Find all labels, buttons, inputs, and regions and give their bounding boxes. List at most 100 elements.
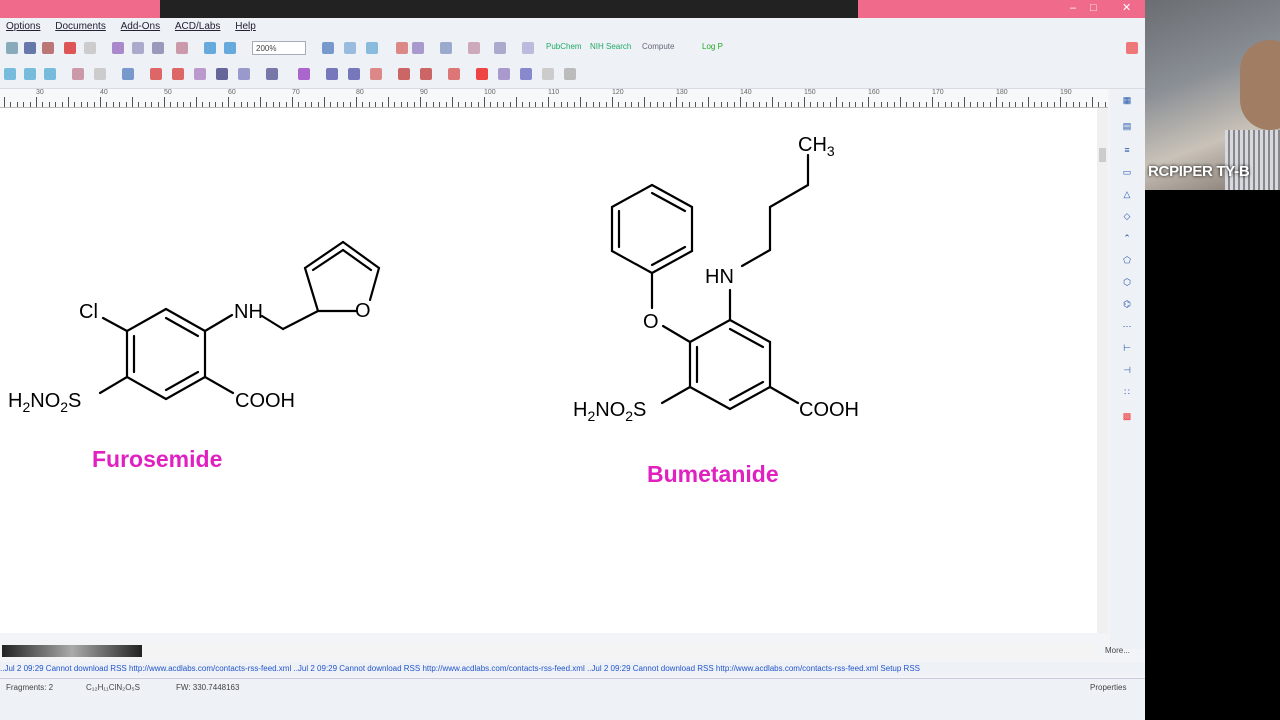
horizontal-scroll-thumb[interactable] <box>2 645 142 657</box>
paste-icon[interactable] <box>152 42 164 54</box>
pubchem-link[interactable]: PubChem <box>546 42 582 51</box>
ruler-label: 100 <box>484 89 496 96</box>
menu-add-ons[interactable]: Add-Ons <box>121 21 160 32</box>
ruler-tick <box>688 102 690 107</box>
lasso-icon[interactable] <box>94 68 106 80</box>
palette-periodic-table-icon[interactable]: ▩ <box>1118 409 1136 423</box>
ruler-label: 160 <box>868 89 880 96</box>
palette-benzene-icon[interactable]: ⌬ <box>1118 297 1136 311</box>
arrow-icon[interactable] <box>172 68 184 80</box>
ruler-tick <box>29 102 31 107</box>
palette-cyclopentane-icon[interactable]: ⬠ <box>1118 253 1136 267</box>
atom-icon[interactable] <box>498 68 510 80</box>
properties-button[interactable]: Properties <box>1090 683 1126 692</box>
open-icon[interactable] <box>24 42 36 54</box>
nih-search-link[interactable]: NIH Search <box>590 42 631 51</box>
move-left-icon[interactable] <box>398 68 410 80</box>
copy-icon[interactable] <box>132 42 144 54</box>
ruler-tick <box>138 102 140 107</box>
ruler-tick <box>356 97 357 107</box>
close-document-icon[interactable] <box>1126 42 1138 54</box>
group-icon[interactable] <box>348 68 360 80</box>
stereo-icon[interactable] <box>370 68 382 80</box>
properties-icon[interactable] <box>494 42 506 54</box>
logp-link[interactable]: Log P <box>702 42 723 51</box>
select-icon[interactable] <box>72 68 84 80</box>
palette-triangle-icon[interactable]: ⌃ <box>1118 231 1136 245</box>
ring-icon[interactable] <box>194 68 206 80</box>
palette-rect-icon[interactable]: ▭ <box>1118 165 1136 179</box>
undo-icon[interactable] <box>64 42 76 54</box>
menu-options[interactable]: Options <box>6 21 40 32</box>
reaction-icon[interactable] <box>298 68 310 80</box>
new-icon[interactable] <box>6 42 18 54</box>
charge-plus-icon[interactable] <box>150 68 162 80</box>
chain-icon[interactable] <box>216 68 228 80</box>
palette-cyclohexane-icon[interactable]: ⬡ <box>1118 275 1136 289</box>
maximize-icon[interactable]: □ <box>1090 0 1097 16</box>
bracket-icon[interactable] <box>238 68 250 80</box>
refresh-icon[interactable] <box>476 68 488 80</box>
draw-icon[interactable] <box>24 68 36 80</box>
palette-amide-icon[interactable]: ⊣ <box>1118 363 1136 377</box>
structure-search-icon[interactable] <box>396 42 408 54</box>
ruler-tick <box>1021 102 1023 107</box>
tautomer-icon[interactable] <box>468 42 480 54</box>
ruler-label: 40 <box>100 89 108 96</box>
menu-documents[interactable]: Documents <box>55 21 106 32</box>
zoom-in-icon[interactable] <box>204 42 216 54</box>
drawing-canvas[interactable]: Cl NH O H2NO2S COOH CH3 HN O H2NO2S COOH… <box>0 108 1097 633</box>
palette-cyclobutane-icon[interactable]: ◇ <box>1118 209 1136 223</box>
zoom-select[interactable]: 200% <box>252 41 306 55</box>
ruler-tick <box>535 102 537 107</box>
clean-icon[interactable] <box>176 42 188 54</box>
pencil-icon[interactable] <box>44 68 56 80</box>
expand-icon[interactable] <box>448 68 460 80</box>
ruler-tick <box>976 102 978 107</box>
minimize-icon[interactable]: – <box>1070 0 1076 16</box>
ruler-label: 30 <box>36 89 44 96</box>
table-icon[interactable] <box>344 42 356 54</box>
redo-icon[interactable] <box>84 42 96 54</box>
flip-icon[interactable] <box>266 68 278 80</box>
name-icon[interactable] <box>440 42 452 54</box>
palette-cyclopropane-icon[interactable]: △ <box>1118 187 1136 201</box>
3d-icon[interactable] <box>366 42 378 54</box>
ruler-tick <box>106 102 108 107</box>
more-link[interactable]: More... <box>1105 646 1130 655</box>
palette-grid-icon[interactable]: ▤ <box>1118 119 1136 133</box>
close-icon[interactable]: ✕ <box>1122 0 1131 16</box>
zoom-out-icon[interactable] <box>224 42 236 54</box>
bond-icon[interactable] <box>4 68 16 80</box>
nmr-icon[interactable] <box>522 42 534 54</box>
move-right-icon[interactable] <box>420 68 432 80</box>
ruler-tick <box>260 97 261 107</box>
star-icon[interactable] <box>542 68 554 80</box>
palette-chain-icon[interactable]: ⋯ <box>1118 319 1136 333</box>
palette-templates-icon[interactable]: ▦ <box>1118 93 1136 107</box>
label-icon[interactable] <box>520 68 532 80</box>
ruler-label: 110 <box>548 89 560 96</box>
horizontal-scrollbar[interactable] <box>0 643 1097 659</box>
cut-icon[interactable] <box>112 42 124 54</box>
template-icon[interactable] <box>322 42 334 54</box>
save-icon[interactable] <box>42 42 54 54</box>
menu-help[interactable]: Help <box>235 21 256 32</box>
ruler-tick <box>855 102 857 107</box>
ruler-tick <box>285 102 287 107</box>
grid-icon[interactable] <box>564 68 576 80</box>
ruler-tick <box>112 102 114 107</box>
palette-groups-icon[interactable]: ≡ <box>1118 143 1136 157</box>
scroll-thumb[interactable] <box>1099 148 1106 162</box>
palette-ester-icon[interactable]: ⊢ <box>1118 341 1136 355</box>
bumetanide-so2-bond <box>660 385 692 405</box>
database-icon[interactable] <box>412 42 424 54</box>
palette-cooh-icon[interactable]: ∷ <box>1118 385 1136 399</box>
rotate-icon[interactable] <box>122 68 134 80</box>
compute-link[interactable]: Compute <box>642 42 674 51</box>
align-icon[interactable] <box>326 68 338 80</box>
ruler-tick <box>893 102 895 107</box>
vertical-scrollbar[interactable] <box>1097 108 1108 633</box>
menu-acd-labs[interactable]: ACD/Labs <box>175 21 221 32</box>
ruler-tick <box>887 102 889 107</box>
